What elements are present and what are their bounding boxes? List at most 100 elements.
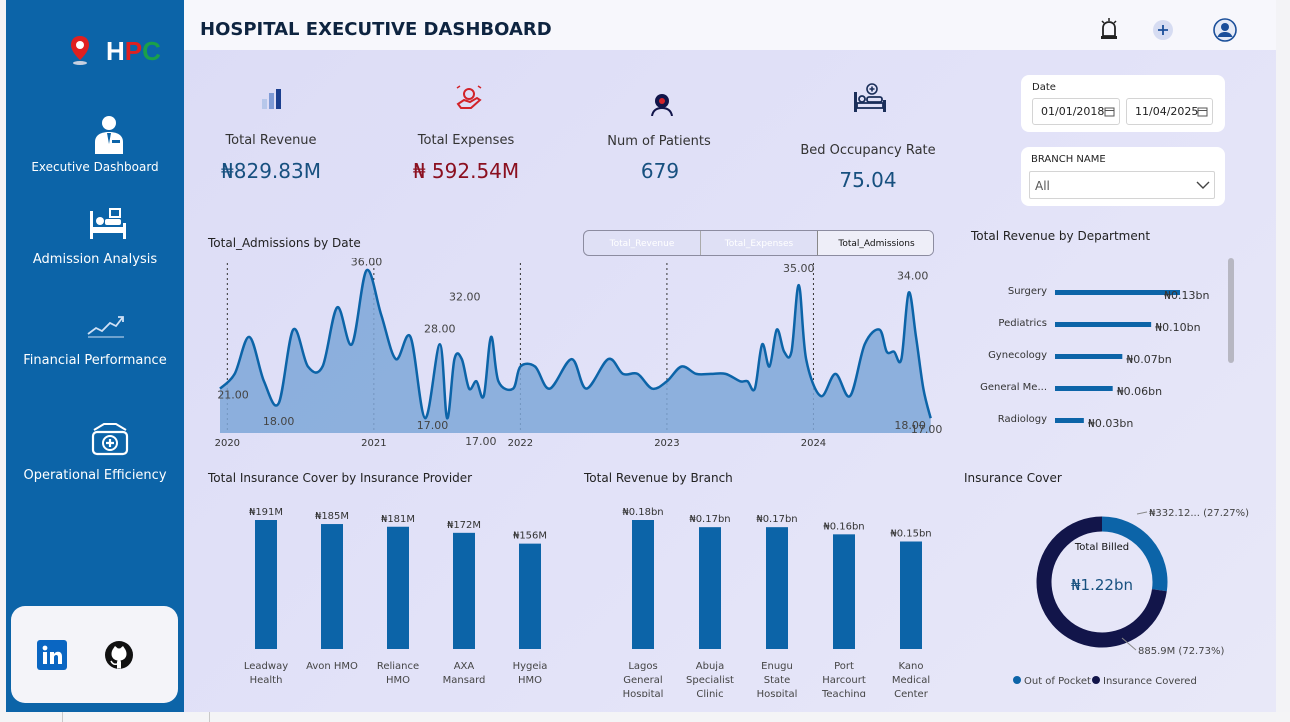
insurance-donut-chart: Total Billed ₦1.22bn ₦332.12... (27.27%) 88…	[1013, 508, 1249, 687]
date-start-input[interactable]: 01/01/2018	[1032, 98, 1120, 125]
category-label-line: Port	[834, 661, 854, 672]
kpi-expenses-value: ₦ 592.54M	[412, 159, 520, 183]
add-icon[interactable]	[1152, 19, 1174, 41]
category-label-line: Abuja	[696, 661, 724, 672]
dept-chart-scrollbar[interactable]	[1228, 258, 1234, 363]
dept-bar	[1055, 322, 1152, 327]
sidebar-label-financial: Financial Performance	[23, 353, 167, 368]
data-label: 36.00	[351, 258, 383, 268]
category-label-line: Specialist	[686, 675, 734, 686]
toggle-total-admissions[interactable]: Total_Admissions	[818, 231, 933, 255]
branch-select-value: All	[1035, 179, 1050, 193]
dashboard-app: HPC Executive Dashboard Admission Analys…	[0, 0, 1290, 722]
category-label: Avon HMO	[306, 661, 358, 672]
alarm-bell-icon[interactable]	[1099, 18, 1119, 40]
category-label-line: Hospital	[757, 689, 798, 697]
patient-icon	[651, 94, 673, 116]
category-label-line: Harcourt	[822, 675, 866, 686]
bar	[766, 527, 788, 649]
linkedin-icon[interactable]	[37, 640, 67, 670]
social-links-card	[11, 606, 178, 703]
bar-value-label: ₦0.17bn	[756, 514, 797, 525]
category-label: Abuja Specialist Clinic	[686, 661, 734, 697]
github-icon[interactable]	[104, 640, 134, 670]
expense-hand-icon	[456, 85, 482, 109]
bar	[321, 524, 343, 649]
bar-value-label: ₦0.16bn	[823, 521, 864, 532]
bar-value-label: ₦0.18bn	[622, 507, 663, 518]
user-profile-icon[interactable]	[1213, 18, 1237, 42]
dept-bar	[1055, 418, 1084, 423]
category-label-line: Teaching	[821, 689, 866, 697]
page-title: HOSPITAL EXECUTIVE DASHBOARD	[200, 19, 552, 40]
dept-value-label: ₦0.07bn	[1126, 353, 1171, 366]
category-label-line: Kano	[899, 661, 924, 672]
date-end-input[interactable]: 11/04/2025	[1126, 98, 1213, 125]
dept-label: General Me...	[980, 382, 1047, 393]
category-label-line: Medical	[892, 675, 930, 686]
hospital-bed-icon	[90, 208, 126, 239]
bar	[900, 541, 922, 649]
category-label-line: General	[623, 675, 662, 686]
calendar-icon	[1104, 107, 1115, 117]
dept-bar	[1055, 354, 1123, 359]
category-label-line: Hospital	[623, 689, 664, 697]
category-label: Kano Medical Center	[892, 661, 930, 697]
x-tick-label: 2020	[215, 438, 240, 449]
medical-kit-icon	[91, 423, 129, 456]
dept-value-label: ₦0.13bn	[1164, 289, 1209, 302]
dept-bar	[1055, 290, 1180, 295]
data-label: 32.00	[449, 291, 481, 304]
x-tick-label: 2024	[801, 438, 826, 449]
bar	[632, 520, 654, 649]
legend-marker-oop	[1013, 676, 1021, 684]
dept-bar	[1055, 386, 1113, 391]
slice-label-oop: ₦332.12... (27.27%)	[1149, 508, 1249, 519]
branch-chart-title: Total Revenue by Branch	[584, 471, 733, 485]
dept-value-label: ₦0.03bn	[1088, 417, 1133, 430]
bar	[519, 543, 541, 649]
toggle-total-revenue[interactable]: Total_Revenue	[584, 231, 701, 255]
category-label-line: AXA	[454, 661, 475, 672]
dept-chart-title: Total Revenue by Department	[971, 229, 1151, 243]
category-label: Lagos General Hospital	[623, 661, 664, 697]
kpi-revenue-label: Total Revenue	[225, 133, 317, 148]
bar-value-label: ₦156M	[513, 531, 547, 542]
data-label: 17.00	[911, 423, 943, 436]
divider	[62, 712, 63, 722]
divider	[209, 712, 210, 722]
admissions-chart-title: Total_Admissions by Date	[208, 236, 361, 250]
data-label: 17.00	[417, 419, 449, 432]
sidebar-label-admission: Admission Analysis	[32, 252, 158, 267]
data-label: 35.00	[783, 262, 815, 275]
occupied-bed-icon	[854, 83, 886, 112]
toggle-total-expenses[interactable]: Total_Expenses	[701, 231, 818, 255]
branch-filter-card: BRANCH NAME All	[1021, 147, 1225, 206]
bar	[833, 534, 855, 649]
date-filter-label: Date	[1032, 82, 1056, 93]
sidebar-item-admission-analysis[interactable]: Admission Analysis	[6, 205, 184, 275]
doctor-icon	[95, 116, 123, 154]
bar	[255, 520, 277, 649]
category-label: Leadway Health	[244, 661, 288, 686]
dept-label: Radiology	[998, 414, 1047, 425]
sidebar-label-operational: Operational Efficiency	[23, 468, 167, 483]
branch-select[interactable]: All	[1029, 171, 1215, 199]
admissions-area-chart: 2020 2021 2022 2023 2024 21.00 18.00 36.00 28.00…	[215, 258, 943, 449]
bar	[387, 526, 409, 649]
data-label: 17.00	[465, 435, 497, 448]
data-label: 21.00	[217, 389, 249, 402]
sidebar-item-financial-performance[interactable]: Financial Performance	[6, 310, 184, 380]
category-label-line: HMO	[518, 675, 542, 686]
data-label: 34.00	[897, 270, 929, 283]
bar-value-label: ₦185M	[315, 511, 349, 522]
legend-marker-ins	[1092, 676, 1100, 684]
sidebar-item-executive-dashboard[interactable]: Executive Dashboard	[6, 110, 184, 180]
sidebar-item-operational-efficiency[interactable]: Operational Efficiency	[6, 420, 184, 490]
dept-value-label: ₦0.06bn	[1117, 385, 1162, 398]
bottom-strip	[0, 712, 1290, 722]
revenue-bar-icon	[262, 89, 281, 109]
insurance-chart-title: Total Insurance Cover by Insurance Provi…	[208, 471, 473, 485]
bar-value-label: ₦0.15bn	[890, 529, 931, 540]
location-pin-icon	[71, 36, 89, 65]
